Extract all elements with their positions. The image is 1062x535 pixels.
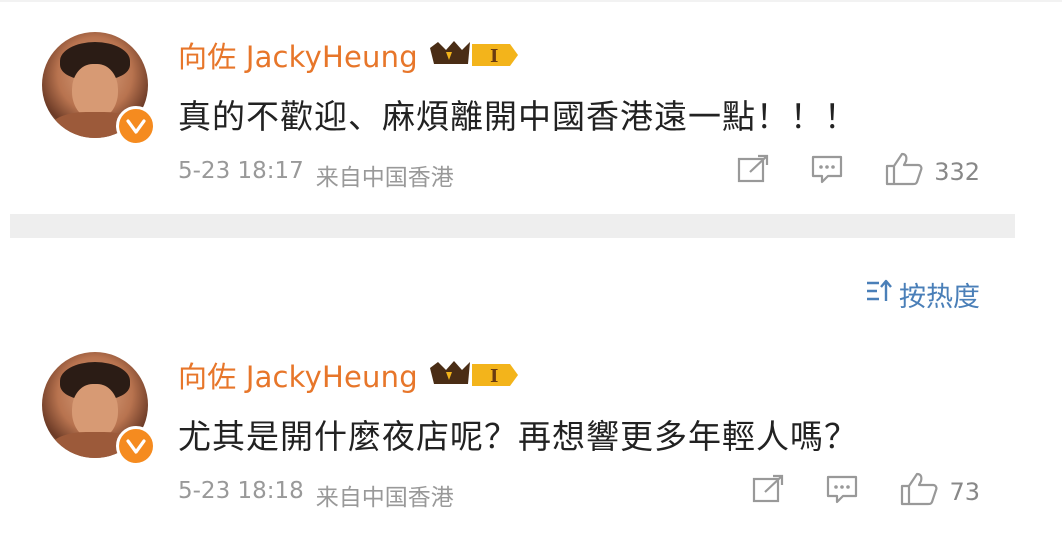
sort-icon <box>865 278 893 311</box>
comment-source: 来自中国香港 <box>315 165 454 191</box>
badge-level: I <box>490 46 498 67</box>
like-count: 73 <box>949 478 980 506</box>
share-button[interactable] <box>751 474 785 510</box>
comment-item: 向佐 JackyHeung I 真的不歡迎、麻煩離開中國香港遠一點！！！ 5-2… <box>0 20 1040 200</box>
weibo-comments-page: 向佐 JackyHeung I 真的不歡迎、麻煩離開中國香港遠一點！！！ 5-2… <box>0 0 1062 535</box>
username[interactable]: 向佐 JackyHeung <box>178 354 418 396</box>
section-divider <box>10 214 1015 238</box>
comment-button[interactable] <box>810 154 844 190</box>
sort-label: 按热度 <box>899 282 980 313</box>
like-icon <box>899 472 939 512</box>
comment-item: 向佐 JackyHeung I 尤其是開什麼夜店呢？再想響更多年輕人嗎？ 5-2… <box>0 340 1040 535</box>
comment-date: 5-23 18:17 <box>178 158 304 184</box>
share-icon <box>736 154 770 190</box>
comment-actions: 73 <box>751 472 980 512</box>
like-icon <box>884 152 924 192</box>
crown-badge-icon[interactable]: I <box>428 358 520 392</box>
share-button[interactable] <box>736 154 770 190</box>
crown-badge-icon[interactable]: I <box>428 38 520 72</box>
comment-meta: 5-23 18:18 来自中国香港 <box>178 478 454 512</box>
verified-icon <box>116 426 156 466</box>
like-button[interactable]: 332 <box>884 152 980 192</box>
comment-text: 尤其是開什麼夜店呢？再想響更多年輕人嗎？ <box>178 417 858 456</box>
share-icon <box>751 474 785 510</box>
comment-date: 5-23 18:18 <box>178 478 304 504</box>
comment-source: 来自中国香港 <box>315 485 454 511</box>
comment-icon <box>810 154 844 190</box>
badge-level: I <box>490 366 498 387</box>
verified-icon <box>116 106 156 146</box>
top-divider <box>0 0 1062 2</box>
username[interactable]: 向佐 JackyHeung <box>178 34 418 76</box>
comment-meta: 5-23 18:17 来自中国香港 <box>178 158 454 192</box>
like-count: 332 <box>934 158 980 186</box>
name-row: 向佐 JackyHeung I <box>178 354 520 396</box>
like-button[interactable]: 73 <box>899 472 980 512</box>
sort-by-popularity[interactable]: 按热度 <box>865 275 980 314</box>
comment-button[interactable] <box>825 474 859 510</box>
comment-text: 真的不歡迎、麻煩離開中國香港遠一點！！！ <box>178 97 858 136</box>
comment-icon <box>825 474 859 510</box>
name-row: 向佐 JackyHeung I <box>178 34 520 76</box>
comment-actions: 332 <box>736 152 980 192</box>
